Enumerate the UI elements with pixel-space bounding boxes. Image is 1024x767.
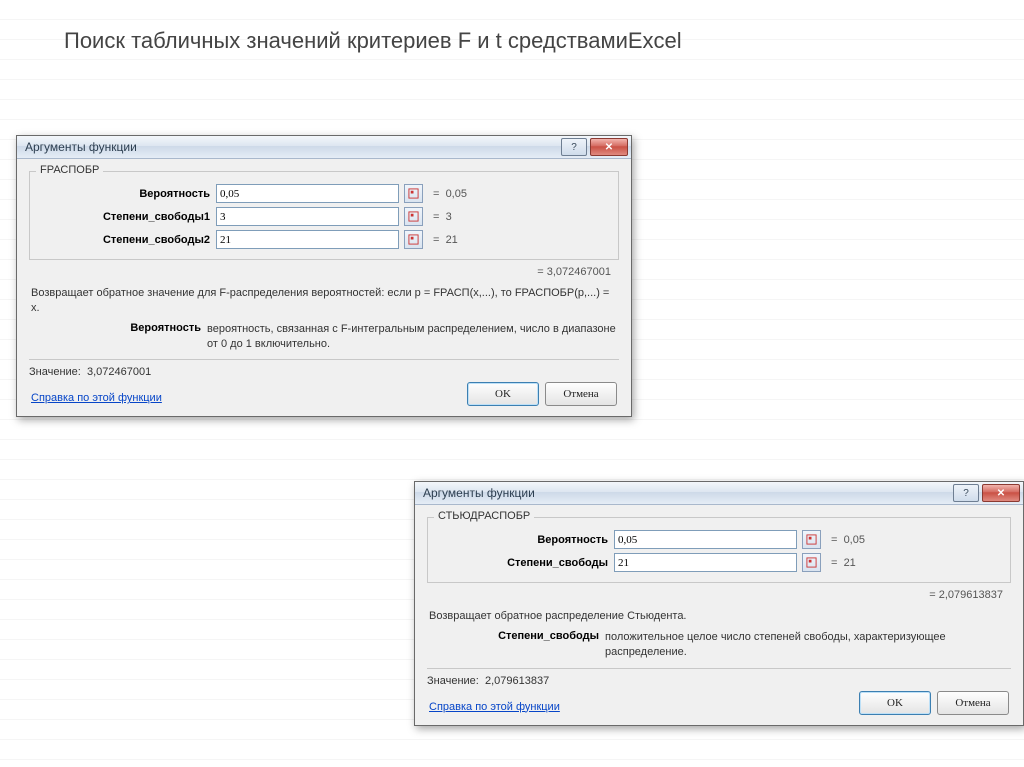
arg-label: Вероятность [40,188,216,200]
function-arguments-dialog-1: Аргументы функции ? ✕ FРАСПОБР Вероятнос… [16,135,632,417]
arg-label: Степени_свободы1 [40,211,216,223]
close-button[interactable]: ✕ [982,484,1020,502]
probability-input[interactable] [614,530,797,549]
function-name: СТЬЮДРАСПОБР [434,510,534,522]
help-link[interactable]: Справка по этой функции [429,701,560,713]
argument-description: Степени_свободы положительное целое числ… [429,630,1009,660]
value-line: Значение: 2,079613837 [427,675,1011,687]
dialog-title: Аргументы функции [25,140,137,154]
window-controls: ? ✕ [953,484,1020,502]
argdesc-text: положительное целое число степеней свобо… [605,630,1009,660]
arg-row-probability: Вероятность = 0,05 [40,184,608,203]
function-description: Возвращает обратное значение для F-распр… [31,286,617,316]
titlebar[interactable]: Аргументы функции ? ✕ [17,136,631,159]
equals-label: = 0,05 [433,188,467,200]
equals-label: = 3 [433,211,452,223]
window-controls: ? ✕ [561,138,628,156]
ok-button[interactable]: OK [467,382,539,406]
function-description: Возвращает обратное распределение Стьюде… [429,609,1009,624]
equals-label: = 21 [831,557,856,569]
close-button[interactable]: ✕ [590,138,628,156]
ok-button[interactable]: OK [859,691,931,715]
arg-row-df1: Степени_свободы1 = 3 [40,207,608,226]
dialog-title: Аргументы функции [423,486,535,500]
separator [427,668,1011,669]
cancel-button[interactable]: Отмена [545,382,617,406]
argdesc-text: вероятность, связанная с F-интегральным … [207,322,617,352]
help-button[interactable]: ? [561,138,587,156]
range-select-icon[interactable] [404,207,423,226]
arguments-group: СТЬЮДРАСПОБР Вероятность = 0,05 Степени_… [427,517,1011,583]
function-result: = 3,072467001 [29,266,619,278]
arg-row-df: Степени_свободы = 21 [438,553,1000,572]
arg-row-probability: Вероятность = 0,05 [438,530,1000,549]
titlebar[interactable]: Аргументы функции ? ✕ [415,482,1023,505]
arg-label: Вероятность [438,534,614,546]
equals-label: = 0,05 [831,534,865,546]
function-result: = 2,079613837 [427,589,1011,601]
arg-label: Степени_свободы2 [40,234,216,246]
df1-input[interactable] [216,207,399,226]
range-select-icon[interactable] [802,553,821,572]
range-select-icon[interactable] [802,530,821,549]
argdesc-name: Вероятность [31,322,207,352]
probability-input[interactable] [216,184,399,203]
range-select-icon[interactable] [404,230,423,249]
function-name: FРАСПОБР [36,164,103,176]
df2-input[interactable] [216,230,399,249]
argument-description: Вероятность вероятность, связанная с F-и… [31,322,617,352]
separator [29,359,619,360]
df-input[interactable] [614,553,797,572]
value-line: Значение: 3,072467001 [29,366,619,378]
page-title: Поиск табличных значений критериев F и t… [64,28,682,54]
cancel-button[interactable]: Отмена [937,691,1009,715]
argdesc-name: Степени_свободы [429,630,605,660]
equals-label: = 21 [433,234,458,246]
help-link[interactable]: Справка по этой функции [31,392,162,404]
arg-row-df2: Степени_свободы2 = 21 [40,230,608,249]
arguments-group: FРАСПОБР Вероятность = 0,05 Степени_своб… [29,171,619,260]
function-arguments-dialog-2: Аргументы функции ? ✕ СТЬЮДРАСПОБР Вероя… [414,481,1024,726]
help-button[interactable]: ? [953,484,979,502]
arg-label: Степени_свободы [438,557,614,569]
range-select-icon[interactable] [404,184,423,203]
